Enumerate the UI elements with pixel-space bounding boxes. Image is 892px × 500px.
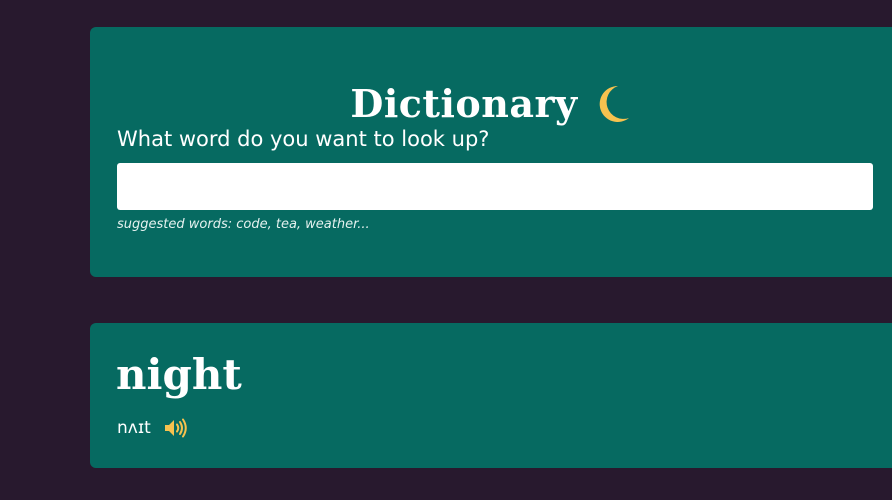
moon-icon bbox=[592, 82, 632, 126]
speaker-icon[interactable] bbox=[163, 417, 187, 439]
suggested-words-hint: suggested words: code, tea, weather... bbox=[117, 217, 370, 232]
search-input[interactable] bbox=[117, 163, 873, 210]
search-prompt: What word do you want to look up? bbox=[117, 127, 490, 151]
result-card: night nʌɪt bbox=[90, 323, 892, 468]
phonetic-text: nʌɪt bbox=[117, 418, 151, 438]
search-card: Dictionary What word do you want to look… bbox=[90, 27, 892, 277]
phonetic-row: nʌɪt bbox=[117, 417, 187, 439]
title-row: Dictionary bbox=[90, 79, 892, 129]
result-word: night bbox=[116, 350, 242, 399]
app-title: Dictionary bbox=[350, 81, 578, 126]
